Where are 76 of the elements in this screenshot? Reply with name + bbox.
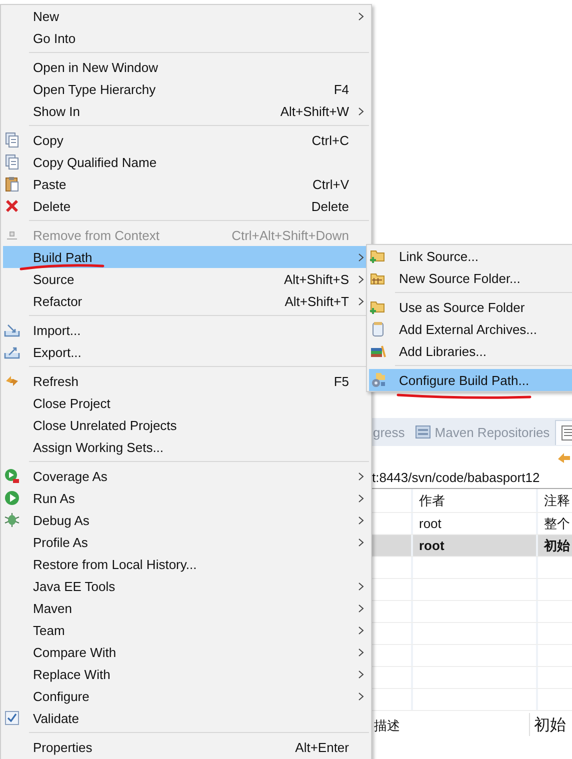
menu-item[interactable]: Use as Source Folder	[369, 296, 572, 318]
menu-item[interactable]: Coverage As	[3, 465, 369, 487]
menu-item[interactable]: Close Project	[3, 392, 369, 414]
documents-icon	[4, 154, 20, 170]
chevron-right-icon	[358, 472, 364, 480]
delete-icon	[4, 198, 20, 214]
chevron-right-icon	[358, 626, 364, 634]
chevron-right-icon	[358, 274, 364, 284]
chevron-right-icon	[358, 538, 364, 546]
menu-item[interactable]: Restore from Local History...	[3, 553, 369, 575]
menu-item[interactable]: Configure	[3, 685, 369, 707]
menu-item[interactable]: New	[3, 5, 369, 27]
menu-item[interactable]: Delete Delete	[3, 195, 369, 217]
menu-item[interactable]: Team	[3, 619, 369, 641]
menu-item[interactable]: Profile As	[3, 531, 369, 553]
menu-item[interactable]: Open Type Hierarchy F4	[3, 78, 369, 100]
menu-item[interactable]: Debug As	[3, 509, 369, 531]
menu-item[interactable]: Run As	[3, 487, 369, 509]
chevron-right-icon	[358, 494, 364, 502]
repository-url: t:8443/svn/code/babasport12	[372, 468, 572, 489]
documents-icon	[4, 132, 20, 148]
menu-item[interactable]: Maven	[3, 597, 369, 619]
menu-item[interactable]: Source Alt+Shift+S	[3, 268, 369, 290]
menu-item[interactable]: Link Source...	[369, 245, 572, 267]
checkbox[interactable]	[4, 710, 20, 726]
table-cell: 初始	[536, 535, 572, 556]
column-header[interactable]: 作者	[411, 489, 536, 512]
menu-item[interactable]: Assign Working Sets...	[3, 436, 369, 458]
menu-item[interactable]: Configure Build Path...	[369, 369, 572, 391]
menu-item[interactable]: Import...	[3, 319, 369, 341]
clipboard-icon	[4, 176, 20, 192]
menu-item[interactable]: Replace With	[3, 663, 369, 685]
menu-item[interactable]: Add External Archives...	[369, 318, 572, 340]
menu-item[interactable]: Refactor Alt+Shift+T	[3, 290, 369, 312]
chevron-right-icon	[358, 670, 364, 678]
chevron-right-icon	[358, 604, 364, 612]
chevron-right-icon	[358, 648, 364, 656]
menu-item[interactable]: Java EE Tools	[3, 575, 369, 597]
menu-item[interactable]: Show In Alt+Shift+W	[3, 100, 369, 122]
menu-item[interactable]: Compare With	[3, 641, 369, 663]
chevron-right-icon	[358, 692, 364, 700]
folder-icon	[370, 248, 386, 264]
chevron-right-icon	[358, 12, 364, 20]
folder-icon	[370, 299, 386, 315]
chevron-right-icon	[358, 516, 364, 524]
jar-icon	[370, 321, 386, 337]
menu-item[interactable]: Validate	[3, 707, 369, 729]
chevron-right-icon	[358, 252, 364, 262]
gear-icon	[370, 372, 386, 388]
document-icon	[560, 424, 572, 440]
description-text: 初始	[529, 713, 566, 736]
menu-item[interactable]: Close Unrelated Projects	[3, 414, 369, 436]
menu-item[interactable]: Export...	[3, 341, 369, 363]
coverage-icon	[4, 468, 20, 484]
column-header[interactable]: 注释	[536, 489, 572, 512]
menu-item[interactable]: Copy Qualified Name	[3, 151, 369, 173]
menu-item[interactable]: Properties Alt+Enter	[3, 736, 369, 758]
table-row[interactable]: root 初始	[372, 535, 572, 557]
table-cell: root	[411, 535, 536, 556]
menu-item[interactable]: Paste Ctrl+V	[3, 173, 369, 195]
menu-item[interactable]: Refresh F5	[3, 370, 369, 392]
repository-icon	[414, 424, 431, 440]
menu-item[interactable]: Add Libraries...	[369, 340, 572, 362]
menu-item[interactable]: Go Into	[3, 27, 369, 49]
field-label: 描述	[373, 717, 401, 735]
bug-icon	[4, 512, 20, 528]
books-icon	[370, 343, 386, 359]
chevron-right-icon	[358, 106, 364, 116]
import-icon	[4, 322, 20, 338]
chevron-right-icon	[358, 296, 364, 306]
run-icon	[4, 490, 20, 506]
menu-item[interactable]: New Source Folder...	[369, 267, 572, 289]
menu-item[interactable]: Open in New Window	[3, 56, 369, 78]
menu-item[interactable]: Build Path	[3, 246, 369, 268]
menu-item[interactable]: Copy Ctrl+C	[3, 129, 369, 151]
chevron-right-icon	[358, 582, 364, 590]
